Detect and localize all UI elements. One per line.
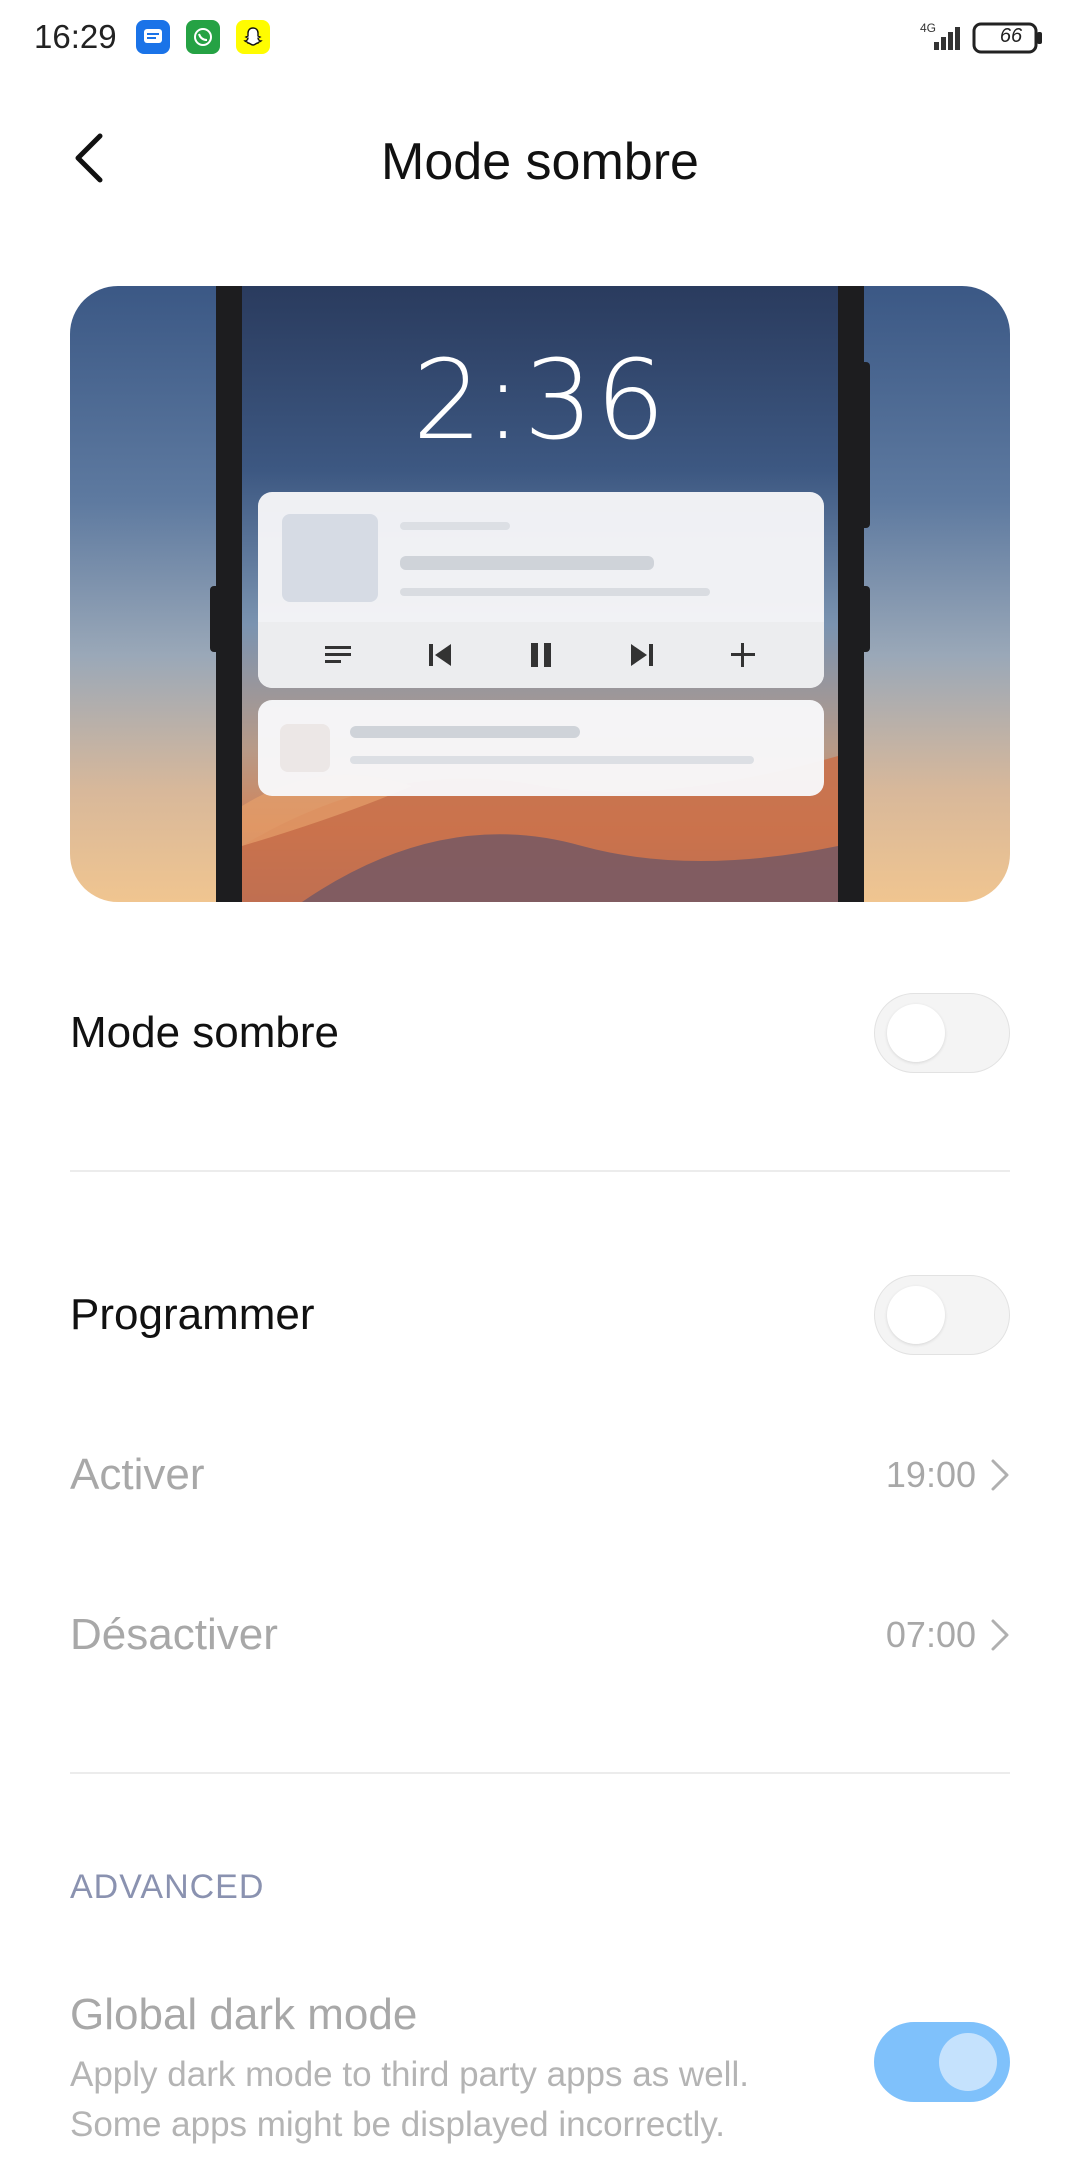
toggle-knob xyxy=(939,2033,997,2091)
pause-icon xyxy=(521,635,561,675)
dark-mode-label: Mode sombre xyxy=(70,1008,340,1057)
signal-icon xyxy=(934,27,960,50)
turn-off-time-row[interactable]: Désactiver 07:00 xyxy=(70,1605,1010,1665)
description-line: Apply dark mode to third party apps as w… xyxy=(70,2055,749,2094)
phone-side-button xyxy=(860,362,870,528)
snapchat-icon xyxy=(236,20,270,54)
turn-on-value-group: 19:00 xyxy=(886,1454,1010,1496)
placeholder-line xyxy=(400,522,510,530)
turn-on-label: Activer xyxy=(70,1450,205,1499)
messages-icon xyxy=(136,20,170,54)
status-right: 4G 66 xyxy=(910,18,1050,58)
schedule-label: Programmer xyxy=(70,1290,315,1339)
divider xyxy=(70,1170,1010,1172)
dark-mode-toggle[interactable] xyxy=(874,993,1010,1073)
turn-on-time-row[interactable]: Activer 19:00 xyxy=(70,1445,1010,1505)
battery-level: 66 xyxy=(999,25,1023,47)
turn-off-value-group: 07:00 xyxy=(886,1614,1010,1656)
description-line: Some apps might be displayed incorrectly… xyxy=(70,2105,725,2144)
album-art xyxy=(282,514,378,602)
previous-icon xyxy=(420,635,460,675)
placeholder-line xyxy=(400,588,710,596)
toggle-knob xyxy=(887,1286,945,1344)
media-controls xyxy=(258,622,824,688)
playlist-icon xyxy=(319,635,359,675)
placeholder-line xyxy=(400,556,654,570)
global-dark-mode-toggle[interactable] xyxy=(874,2022,1010,2102)
next-icon xyxy=(622,635,662,675)
chevron-right-icon xyxy=(991,1619,1009,1651)
advanced-section-header: ADVANCED xyxy=(70,1868,265,1906)
dark-mode-preview: 2:36 xyxy=(70,286,1010,902)
page-title: Mode sombre xyxy=(381,133,699,191)
chevron-right-icon xyxy=(991,1459,1009,1491)
global-dark-mode-text: Global dark mode Apply dark mode to thir… xyxy=(70,1990,850,2150)
divider xyxy=(70,1772,1010,1774)
notification-icon-placeholder xyxy=(280,724,330,772)
add-icon xyxy=(723,635,763,675)
global-dark-mode-row[interactable]: Global dark mode Apply dark mode to thir… xyxy=(70,1990,1010,2144)
toggle-knob xyxy=(887,1004,945,1062)
turn-off-time: 07:00 xyxy=(885,1614,976,1655)
schedule-toggle[interactable] xyxy=(874,1275,1010,1355)
schedule-row[interactable]: Programmer xyxy=(70,1272,1010,1358)
status-bar: 16:29 4G 66 xyxy=(0,0,1080,78)
lock-screen-time: 2:36 xyxy=(412,336,668,464)
whatsapp-icon xyxy=(186,20,220,54)
dark-mode-row[interactable]: Mode sombre xyxy=(70,990,1010,1076)
status-time: 16:29 xyxy=(34,18,117,55)
media-notification xyxy=(258,492,824,688)
global-dark-mode-title: Global dark mode xyxy=(70,1990,418,2039)
global-dark-mode-description: Apply dark mode to third party apps as w… xyxy=(70,2050,850,2150)
turn-off-label: Désactiver xyxy=(70,1610,278,1659)
network-type-label: 4G xyxy=(920,21,936,35)
placeholder-line xyxy=(350,726,580,738)
secondary-notification xyxy=(258,700,824,796)
header: Mode sombre xyxy=(0,100,1080,220)
phone-side-button xyxy=(210,586,220,652)
placeholder-line xyxy=(350,756,754,764)
turn-on-time: 19:00 xyxy=(885,1454,976,1495)
phone-side-button xyxy=(860,586,870,652)
